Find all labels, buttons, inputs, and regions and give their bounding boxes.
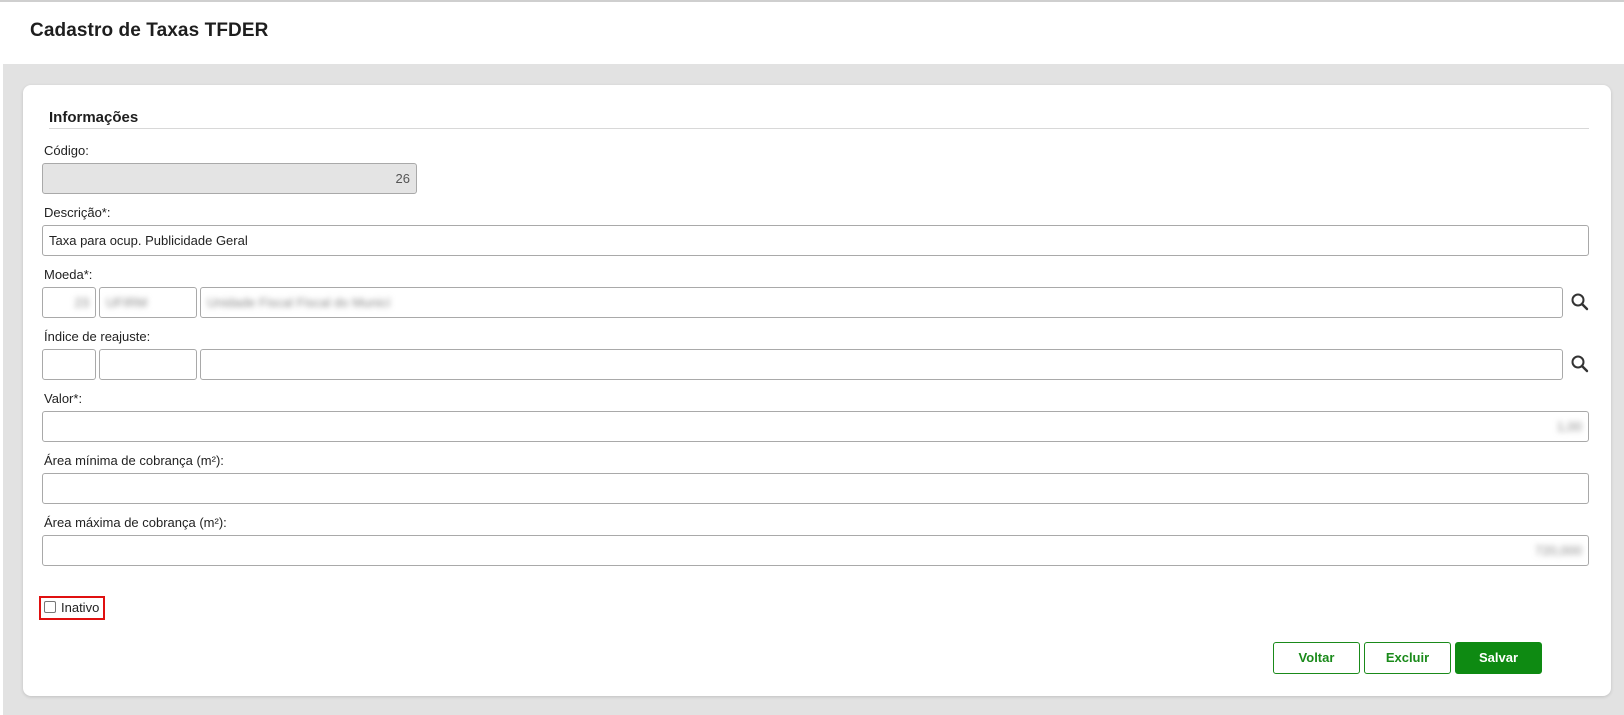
- valor-value: 1,00: [1556, 419, 1582, 434]
- indice-search-icon[interactable]: [1570, 354, 1590, 374]
- moeda-description-value: Unidade Fiscal Fiscal do Municí: [207, 295, 391, 310]
- indice-symbol-field[interactable]: [99, 349, 197, 380]
- area-minima-label: Área mínima de cobrança (m²):: [44, 453, 224, 468]
- moeda-symbol-field[interactable]: UFIRM: [99, 287, 197, 318]
- moeda-symbol-value: UFIRM: [106, 295, 148, 310]
- page-header: Cadastro de Taxas TFDER: [0, 0, 1624, 64]
- page-title: Cadastro de Taxas TFDER: [30, 20, 269, 41]
- moeda-code-value: 23: [74, 295, 89, 310]
- area-maxima-value: 720,000: [1535, 543, 1582, 558]
- indice-label: Índice de reajuste:: [44, 329, 151, 344]
- moeda-label: Moeda*:: [44, 267, 93, 282]
- moeda-code-field[interactable]: 23: [42, 287, 96, 318]
- moeda-search-icon[interactable]: [1570, 292, 1590, 312]
- left-edge-strip: [0, 64, 3, 715]
- area-maxima-field[interactable]: 720,000: [42, 535, 1589, 566]
- indice-description-field[interactable]: [200, 349, 1563, 380]
- salvar-button[interactable]: Salvar: [1455, 642, 1542, 674]
- excluir-button[interactable]: Excluir: [1364, 642, 1451, 674]
- descricao-field[interactable]: Taxa para ocup. Publicidade Geral: [42, 225, 1589, 256]
- form-card: Informações Código: 26 Descrição*: Taxa …: [23, 85, 1611, 696]
- valor-label: Valor*:: [44, 391, 83, 406]
- section-divider: [49, 128, 1589, 129]
- inativo-highlight: Inativo: [39, 596, 105, 620]
- area-minima-field[interactable]: [42, 473, 1589, 504]
- codigo-field: 26: [42, 163, 417, 194]
- inativo-checkbox[interactable]: [44, 601, 56, 613]
- voltar-button[interactable]: Voltar: [1273, 642, 1360, 674]
- section-title: Informações: [49, 109, 139, 126]
- area-maxima-label: Área máxima de cobrança (m²):: [44, 515, 227, 530]
- valor-field[interactable]: 1,00: [42, 411, 1589, 442]
- descricao-label: Descrição*:: [44, 205, 111, 220]
- codigo-label: Código:: [44, 143, 89, 158]
- inativo-label[interactable]: Inativo: [61, 600, 99, 615]
- moeda-description-field[interactable]: Unidade Fiscal Fiscal do Municí: [200, 287, 1563, 318]
- indice-code-field[interactable]: [42, 349, 96, 380]
